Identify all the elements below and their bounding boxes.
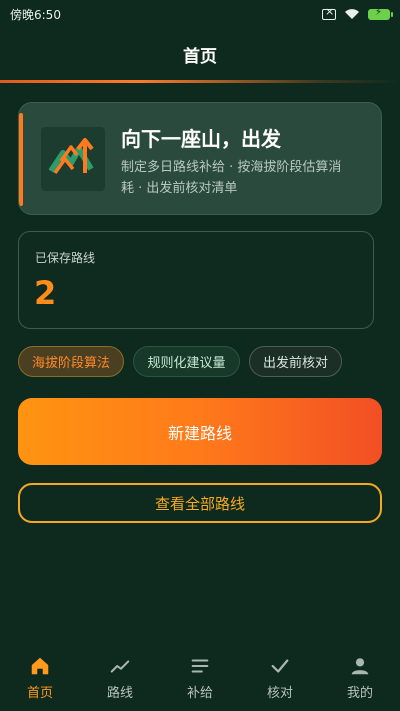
- saved-routes-label: 已保存路线: [35, 251, 96, 265]
- bottom-tab-bar: 首页 路线 补给 核对 我的: [0, 645, 400, 711]
- tab-label: 首页: [26, 686, 53, 701]
- page-header: 首页: [0, 28, 400, 80]
- chip-altitude-algorithm[interactable]: 海拔阶段算法: [18, 346, 124, 377]
- tab-label: 补给: [186, 686, 213, 701]
- tab-profile[interactable]: 我的: [320, 645, 400, 711]
- wifi-icon: [345, 9, 359, 19]
- tab-home[interactable]: 首页: [0, 645, 80, 711]
- view-all-routes-button[interactable]: 查看全部路线: [18, 483, 382, 523]
- chip-pre-departure-check[interactable]: 出发前核对: [249, 346, 342, 377]
- header-divider: [0, 80, 400, 83]
- status-icons: ⚡: [322, 5, 393, 20]
- tab-label: 路线: [106, 686, 133, 701]
- saved-routes-count: 2: [34, 274, 57, 312]
- sim-icon: [322, 5, 336, 20]
- hero-accent-bar: [19, 113, 23, 206]
- new-route-button[interactable]: 新建路线: [18, 398, 382, 465]
- status-bar: 傍晚6:50 ⚡: [0, 0, 400, 28]
- hero-description-line: 耗 · 出发前核对清单: [121, 181, 238, 196]
- battery-icon: ⚡: [368, 7, 393, 20]
- check-icon: [271, 659, 289, 673]
- tab-routes[interactable]: 路线: [80, 645, 160, 711]
- trend-icon: [110, 660, 130, 673]
- list-icon: [191, 659, 209, 673]
- hero-description-line: 制定多日路线补给 · 按海拔阶段估算消: [121, 160, 342, 175]
- home-icon: [31, 657, 49, 675]
- page-title: 首页: [183, 46, 217, 67]
- chip-rule-suggestion[interactable]: 规则化建议量: [133, 346, 240, 377]
- person-icon: [351, 658, 369, 675]
- status-time: 傍晚6:50: [10, 7, 61, 22]
- tab-checklist[interactable]: 核对: [240, 645, 320, 711]
- mountain-route-logo-icon: [41, 127, 105, 191]
- hero-title: 向下一座山，出发: [121, 127, 281, 151]
- tab-supplies[interactable]: 补给: [160, 645, 240, 711]
- saved-routes-card[interactable]: 已保存路线 2: [18, 231, 374, 329]
- tab-label: 我的: [346, 686, 373, 701]
- hero-description: 制定多日路线补给 · 按海拔阶段估算消 耗 · 出发前核对清单: [121, 157, 371, 199]
- hero-card: 向下一座山，出发 制定多日路线补给 · 按海拔阶段估算消 耗 · 出发前核对清单: [18, 102, 382, 215]
- tab-label: 核对: [266, 686, 293, 701]
